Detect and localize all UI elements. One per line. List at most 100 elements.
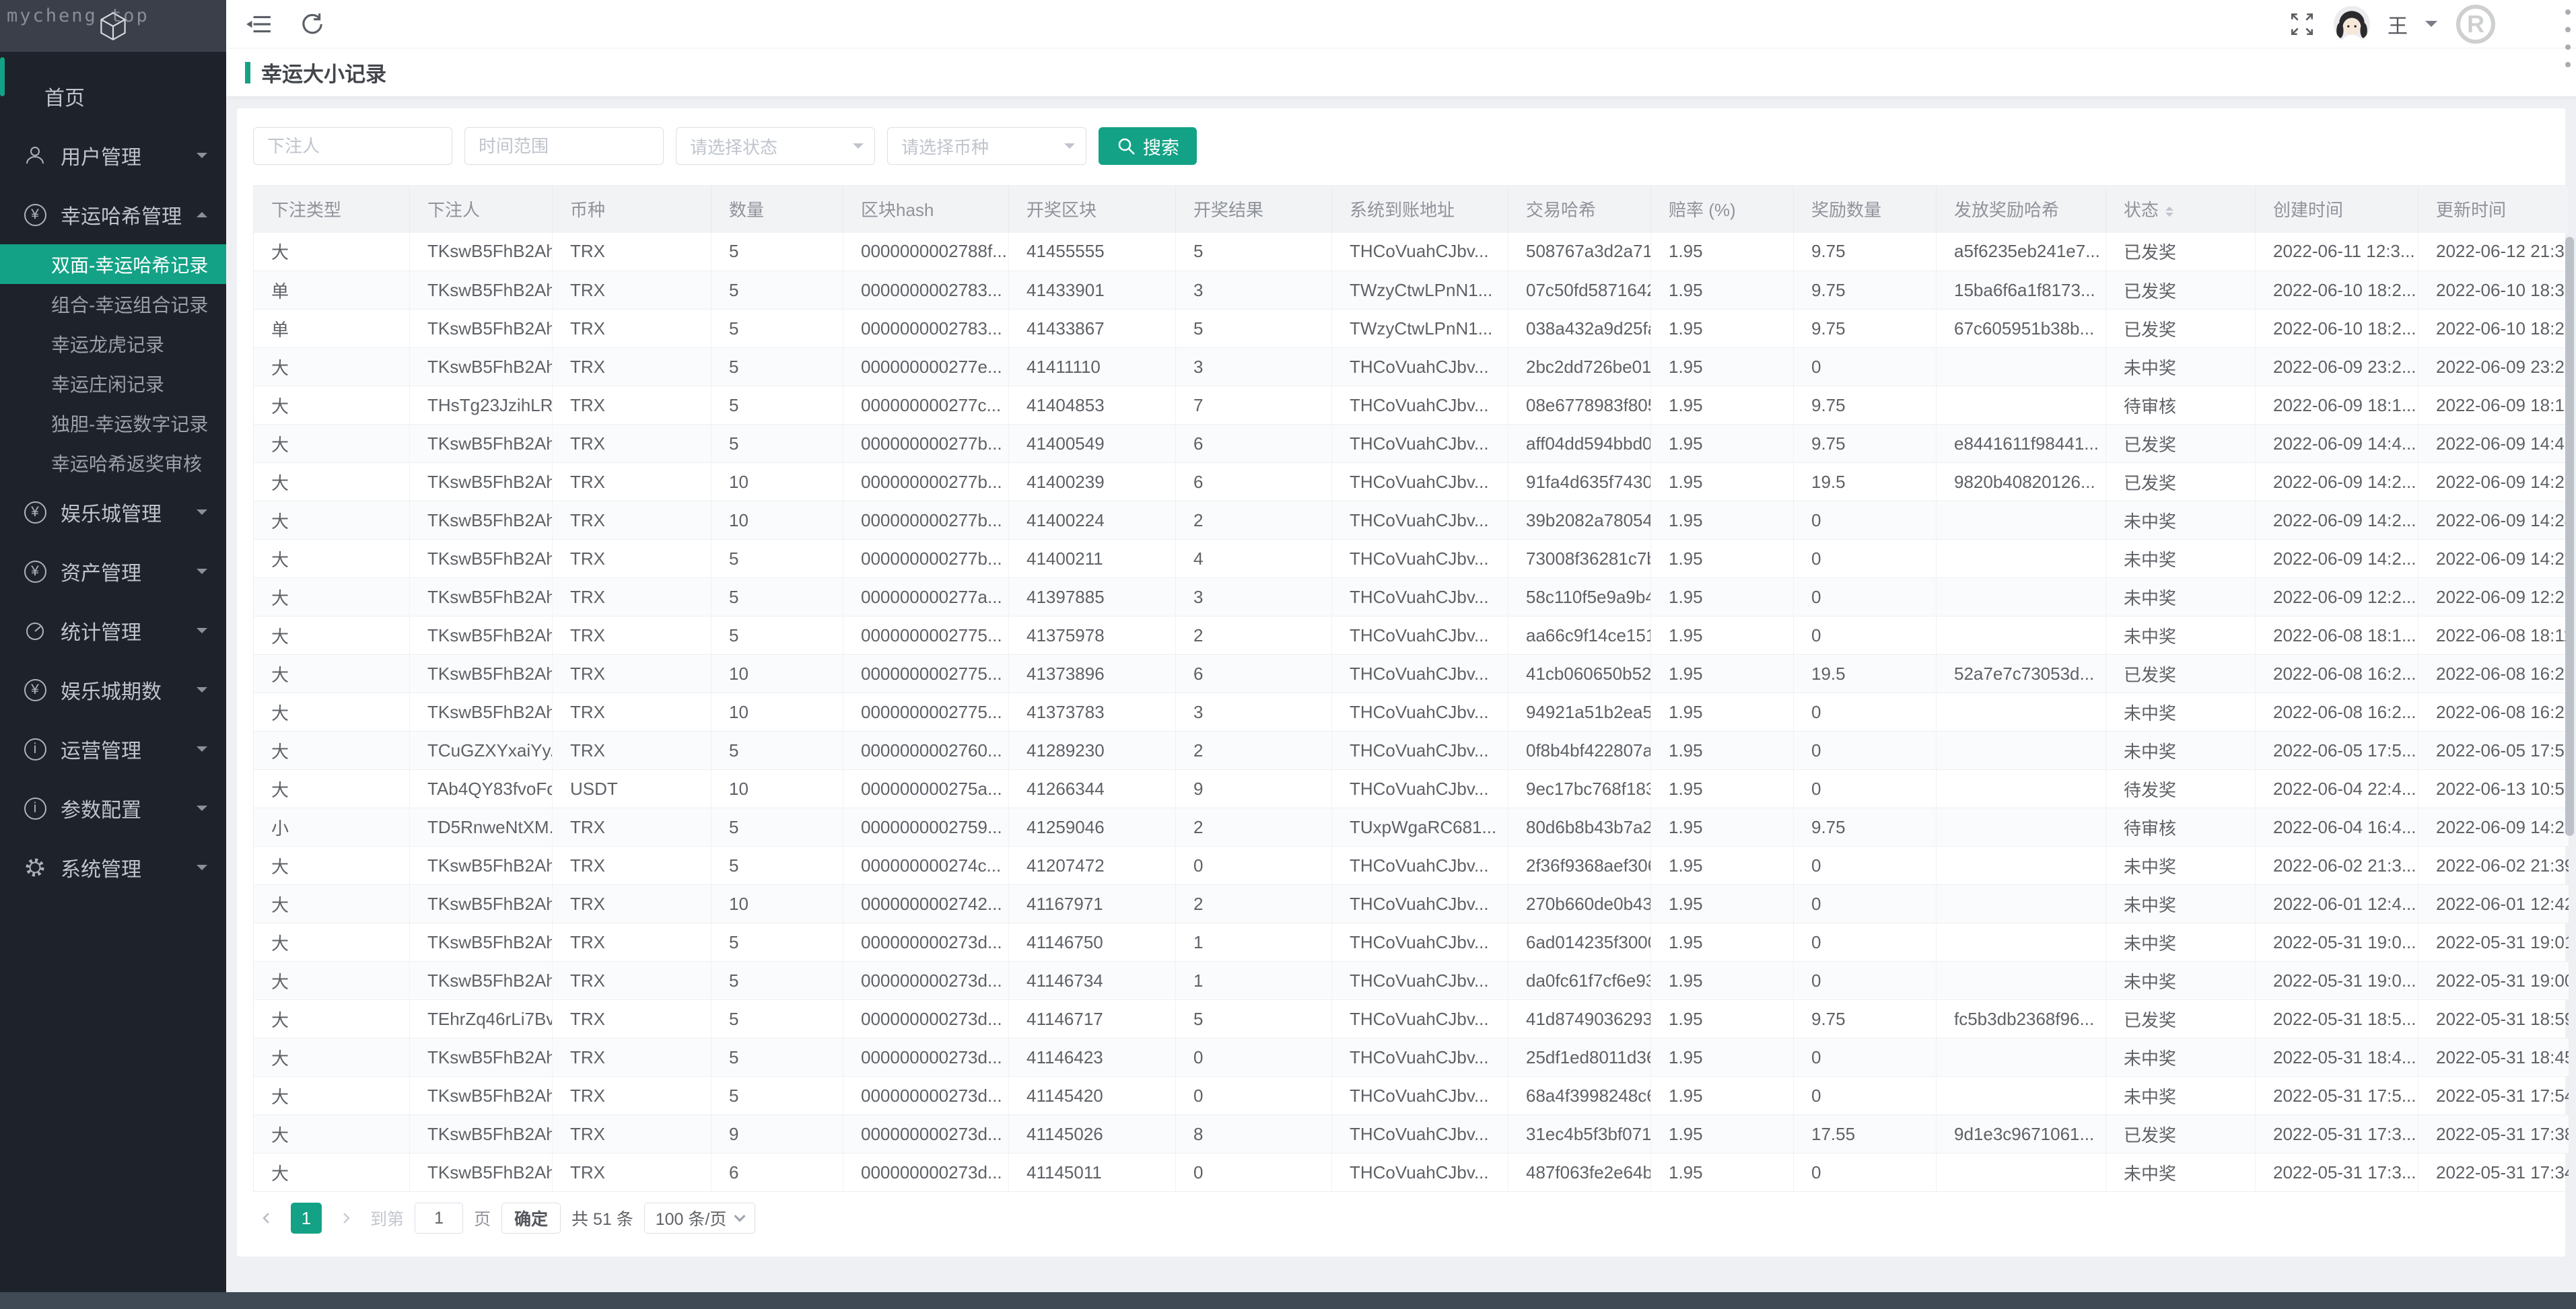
sidebar-subitem[interactable]: 组合-幸运组合记录	[0, 284, 226, 324]
table-cell: TRX	[552, 923, 711, 962]
sidebar-item-5[interactable]: 统计管理	[0, 601, 226, 660]
table-cell: 41289230	[1008, 731, 1176, 770]
goto-page-input[interactable]	[415, 1203, 464, 1234]
table-cell: 0	[1793, 884, 1937, 923]
app-root: 首页 用户管理 ¥ 幸运哈希管理 双面-幸运哈希记录 组合-幸运组合记录 幸运龙虎记录 幸运庄…	[0, 0, 2576, 1309]
table-cell: 大	[253, 539, 410, 578]
collapse-sidebar-button[interactable]	[246, 13, 272, 35]
table-cell: 1.95	[1650, 271, 1794, 310]
table-cell: 91fa4d635f7430...	[1508, 462, 1651, 501]
refresh-button[interactable]	[299, 11, 324, 37]
sidebar-item-7[interactable]: i 运营管理	[0, 719, 226, 779]
sidebar-subitem[interactable]: 独胆-幸运数字记录	[0, 403, 226, 443]
sidebar-subitem[interactable]: 幸运庄闲记录	[0, 363, 226, 403]
table-cell: 58c110f5e9a9b4...	[1508, 577, 1651, 616]
table-cell: TKswB5FhB2Ah...	[409, 577, 553, 616]
table-cell: 2022-06-09 14:41...	[2418, 424, 2569, 463]
sidebar-item-9[interactable]: 系统管理	[0, 838, 226, 897]
prev-page-button[interactable]	[253, 1203, 280, 1234]
table-cell: a5f6235eb241e7...	[1936, 232, 2106, 271]
page-size-select[interactable]: 100 条/页	[643, 1203, 756, 1234]
table-cell: 9.75	[1793, 271, 1937, 310]
table-cell: 67c605951b38b...	[1936, 309, 2106, 348]
status-select[interactable]: 请选择状态	[676, 127, 875, 165]
sidebar-scrollbar-thumb[interactable]	[0, 57, 5, 96]
table-cell: 5	[711, 846, 843, 885]
table-cell: 2022-06-01 12:42...	[2418, 884, 2569, 923]
sidebar-item-2[interactable]: ¥ 幸运哈希管理	[0, 185, 226, 244]
table-cell: TRX	[552, 462, 711, 501]
table-cell: 0	[1175, 846, 1332, 885]
table-cell: 2022-06-08 16:2...	[2255, 693, 2418, 732]
table-row: 大TKswB5FhB2Ah...TRX10000000000277b...414…	[253, 501, 2569, 540]
confirm-page-button[interactable]: 确定	[501, 1203, 561, 1234]
table-cell: 41433901	[1008, 271, 1176, 310]
table-row: 单TKswB5FhB2Ah...TRX50000000002783...4143…	[253, 271, 2569, 310]
sidebar-item-1[interactable]: 用户管理	[0, 126, 226, 185]
table-cell: 5	[711, 961, 843, 1000]
table-cell: 2022-06-04 22:4...	[2255, 769, 2418, 808]
coin-select[interactable]: 请选择币种	[887, 127, 1086, 165]
table-cell: fc5b3db2368f96...	[1936, 999, 2106, 1038]
table-cell: 1	[1175, 961, 1332, 1000]
page-number-1[interactable]: 1	[291, 1203, 322, 1234]
user-menu-caret-icon[interactable]	[2425, 21, 2437, 33]
table-cell: 10	[711, 884, 843, 923]
table-cell: TKswB5FhB2Ah...	[409, 462, 553, 501]
sidebar-item-0[interactable]: 首页	[0, 67, 226, 126]
table-cell: 2022-06-04 16:4...	[2255, 808, 2418, 847]
table-cell: 2022-05-31 17:3...	[2255, 1115, 2418, 1154]
next-page-button[interactable]	[333, 1203, 359, 1234]
table-cell: TWzyCtwLPnN1...	[1331, 309, 1508, 348]
table-cell: 5	[711, 424, 843, 463]
table-cell: 2022-05-31 17:34...	[2418, 1153, 2569, 1192]
table-cell: 000000000273d...	[843, 999, 1009, 1038]
sort-icons[interactable]	[2165, 203, 2174, 221]
column-header[interactable]: 状态	[2105, 185, 2256, 233]
page-size-label: 100 条/页	[655, 1210, 727, 1229]
sidebar-item-8[interactable]: i 参数配置	[0, 779, 226, 838]
table-cell	[1936, 923, 2106, 962]
sidebar-item-3[interactable]: ¥ 娱乐城管理	[0, 483, 226, 542]
table-cell: 大	[253, 1153, 410, 1192]
table-cell: 0000000002775...	[843, 693, 1009, 732]
table-cell: 07c50fd5871642...	[1508, 271, 1651, 310]
table-cell: TRX	[552, 846, 711, 885]
table-cell: 1.95	[1650, 462, 1794, 501]
sidebar-item-6[interactable]: ¥ 娱乐城期数	[0, 660, 226, 719]
table-cell: 5	[711, 808, 843, 847]
table-cell: 2022-06-09 14:2...	[2255, 462, 2418, 501]
sidebar-subitem[interactable]: 双面-幸运哈希记录	[0, 244, 226, 284]
sidebar-subitem[interactable]: 幸运龙虎记录	[0, 324, 226, 363]
time-range-input[interactable]	[464, 127, 664, 165]
column-header: 交易哈希	[1508, 185, 1651, 233]
table-scrollbar-thumb[interactable]	[2565, 237, 2574, 836]
info-icon: i	[22, 738, 48, 760]
sidebar-item-4[interactable]: ¥ 资产管理	[0, 542, 226, 601]
table-cell: 41400239	[1008, 462, 1176, 501]
username[interactable]: 王	[2388, 9, 2408, 39]
table-cell: 0	[1793, 1038, 1937, 1077]
table-cell: 41145026	[1008, 1115, 1176, 1154]
gauge-icon	[22, 619, 48, 642]
table-cell: 2022-06-09 14:24...	[2418, 501, 2569, 540]
horizontal-scrollbar[interactable]	[0, 1292, 2576, 1309]
table-cell: 未中奖	[2105, 923, 2256, 962]
table-row: 大TKswB5FhB2Ah...TRX5000000000274c...4120…	[253, 846, 2569, 885]
fullscreen-button[interactable]	[2288, 10, 2316, 38]
table-cell: THCoVuahCJbv...	[1331, 961, 1508, 1000]
table-cell: aa66c9f14ce151...	[1508, 616, 1651, 655]
table-cell: THCoVuahCJbv...	[1331, 501, 1508, 540]
table-cell: 已发奖	[2105, 271, 2256, 310]
table-cell: 2022-06-05 17:5...	[2255, 731, 2418, 770]
column-header: 下注类型	[253, 185, 410, 233]
avatar[interactable]	[2334, 5, 2370, 42]
table-cell: 10	[711, 501, 843, 540]
table-cell: 2022-06-09 12:2...	[2255, 577, 2418, 616]
table-cell: 1.95	[1650, 347, 1794, 386]
table-cell: 41145420	[1008, 1076, 1176, 1115]
search-button[interactable]: 搜索	[1099, 127, 1197, 165]
sidebar-subitem[interactable]: 幸运哈希返奖审核	[0, 443, 226, 483]
table-cell: 9.75	[1793, 808, 1937, 847]
bettor-input[interactable]	[253, 127, 452, 165]
